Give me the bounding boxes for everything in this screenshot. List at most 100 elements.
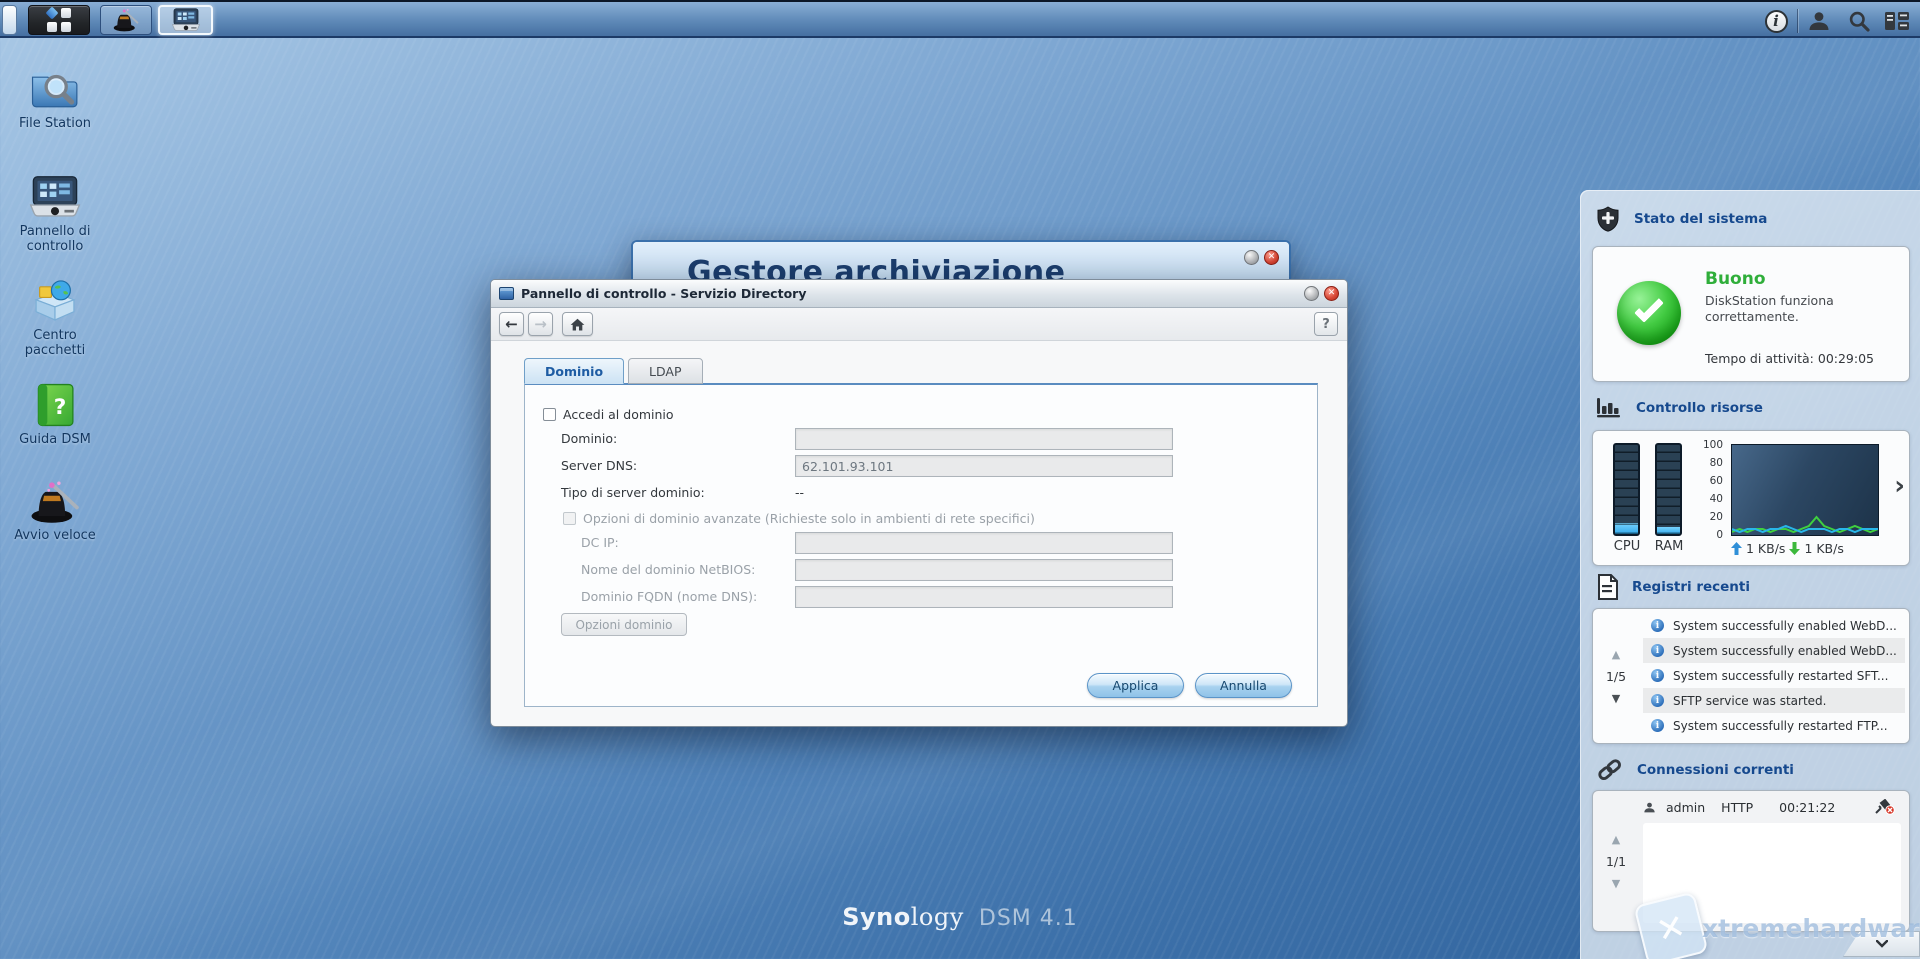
desktop-icon-quick-start[interactable]: Avvio veloce <box>4 472 106 543</box>
show-desktop-button[interactable] <box>2 5 17 35</box>
info-icon: i <box>1651 669 1664 682</box>
connections-card: ▲ 1/1 ▼ admin HTTP 00:21:22 <box>1592 790 1910 932</box>
main-menu-button[interactable] <box>28 5 90 35</box>
cpu-label: CPU <box>1613 539 1641 554</box>
page-down-button[interactable]: ▼ <box>1612 693 1620 704</box>
disconnect-icon[interactable] <box>1875 799 1895 815</box>
domain-type-value: -- <box>795 485 805 500</box>
info-icon: i <box>1651 694 1664 707</box>
desktop-icon-label: File Station <box>18 116 92 131</box>
status-good-icon <box>1617 281 1681 345</box>
connections-pager: ▲ 1/1 ▼ <box>1593 791 1639 931</box>
pilot-view-button[interactable] <box>1882 7 1912 35</box>
chevron-down-icon <box>1875 940 1888 948</box>
recent-logs-header: Registri recenti <box>1596 574 1750 600</box>
join-domain-label: Accedi al dominio <box>563 407 674 422</box>
control-panel-taskbar-button[interactable] <box>158 5 213 35</box>
checkbox-icon <box>563 512 576 525</box>
magic-hat-icon <box>112 7 140 33</box>
page-down-button[interactable]: ▼ <box>1612 878 1620 889</box>
help-button[interactable]: ? <box>1314 312 1338 336</box>
dcip-label: DC IP: <box>581 535 619 550</box>
desktop-icon-label: Guida DSM <box>19 432 91 447</box>
domain-input <box>795 428 1173 450</box>
connection-user: admin <box>1666 799 1706 815</box>
quick-launch-button[interactable] <box>100 5 152 35</box>
brand-light: logy <box>910 903 964 931</box>
connection-protocol: HTTP <box>1721 799 1754 815</box>
magic-hat-icon <box>4 472 106 524</box>
widget-title: Registri recenti <box>1632 579 1750 595</box>
domain-form-panel: Accedi al dominio Dominio: Server DNS: T… <box>524 383 1318 707</box>
dsm-help-icon: ? <box>4 376 106 428</box>
status-text: Buono <box>1705 269 1766 289</box>
tab-ldap[interactable]: LDAP <box>628 358 703 384</box>
dialog-content: Dominio LDAP Accedi al dominio Dominio: … <box>491 341 1347 726</box>
page-up-button[interactable]: ▲ <box>1612 834 1620 845</box>
connection-row: admin HTTP 00:21:22 <box>1643 799 1905 815</box>
cancel-button[interactable]: Annulla <box>1195 673 1292 698</box>
advanced-options-checkbox-row: Opzioni di dominio avanzate (Richieste s… <box>563 511 1035 526</box>
widgets-panel: Stato del sistema Buono DiskStation funz… <box>1580 190 1920 959</box>
desktop-icon-control-panel[interactable]: Pannello di controllo <box>4 168 106 254</box>
main-menu-grid-icon <box>45 6 71 32</box>
log-document-icon <box>1598 574 1618 600</box>
desktop-icon-dsm-help[interactable]: ? Guida DSM <box>4 376 106 447</box>
page-up-button[interactable]: ▲ <box>1612 649 1620 660</box>
resource-monitor-card: CPU RAM 100 80 60 40 20 0 1 KB/s 1 KB/s … <box>1592 430 1910 566</box>
package-center-icon <box>4 272 106 324</box>
info-icon: i <box>1764 9 1788 33</box>
expand-resource-monitor-button[interactable]: › <box>1894 473 1905 499</box>
user-icon <box>1809 12 1829 30</box>
dns-server-label: Server DNS: <box>561 458 638 473</box>
connection-list-area <box>1643 823 1901 923</box>
bar-chart-icon <box>1597 398 1620 418</box>
system-status-header: Stato del sistema <box>1596 206 1767 232</box>
chain-link-icon <box>1598 759 1621 781</box>
system-status-card: Buono DiskStation funziona correttamente… <box>1592 246 1910 382</box>
minimize-button[interactable] <box>1304 286 1319 301</box>
home-icon <box>570 318 585 330</box>
search-button[interactable] <box>1844 7 1874 35</box>
home-button[interactable] <box>562 312 593 336</box>
widget-title: Connessioni correnti <box>1637 761 1794 778</box>
tab-dominio[interactable]: Dominio <box>524 358 625 384</box>
close-button[interactable]: ✕ <box>1324 286 1339 301</box>
file-station-icon <box>4 60 106 112</box>
dialog-toolbar: ← → ? <box>491 308 1347 341</box>
minimize-button[interactable] <box>1244 250 1259 265</box>
checkbox-icon[interactable] <box>543 408 556 421</box>
close-button[interactable]: ✕ <box>1264 250 1279 265</box>
download-arrow-icon <box>1789 542 1801 555</box>
join-domain-checkbox-row[interactable]: Accedi al dominio <box>543 407 674 422</box>
ram-label: RAM <box>1654 539 1684 554</box>
tab-bar: Dominio LDAP <box>524 358 703 384</box>
ram-meter <box>1655 443 1682 536</box>
info-icon: i <box>1651 619 1664 632</box>
desktop-icon-file-station[interactable]: File Station <box>4 60 106 131</box>
control-panel-mini-icon <box>499 287 514 300</box>
fqdn-input <box>795 586 1173 608</box>
desktop-icon-label: Pannello di controllo <box>19 224 91 254</box>
upload-rate: 1 KB/s <box>1746 541 1786 556</box>
user-menu-button[interactable] <box>1804 7 1834 35</box>
dialog-titlebar[interactable]: Pannello di controllo - Servizio Directo… <box>491 280 1347 308</box>
forward-button: → <box>528 312 553 336</box>
back-button[interactable]: ← <box>499 312 524 336</box>
info-button[interactable]: i <box>1761 7 1791 35</box>
domain-type-label: Tipo di server dominio: <box>561 485 705 500</box>
desktop-icon-label: Avvio veloce <box>14 528 96 543</box>
pilot-view-icon <box>1885 12 1909 30</box>
netbios-label: Nome del dominio NetBIOS: <box>581 562 756 577</box>
desktop-icon-label: Centro pacchetti <box>24 328 86 358</box>
desktop-icon-package-center[interactable]: Centro pacchetti <box>4 272 106 358</box>
traffic-rates: 1 KB/s 1 KB/s <box>1731 541 1844 556</box>
log-row: i System successfully restarted SFT... <box>1643 663 1905 688</box>
log-row: i System successfully enabled WebD... <box>1643 638 1905 663</box>
traffic-chart-axis: 100 80 60 40 20 0 <box>1702 439 1723 541</box>
upload-arrow-icon <box>1731 542 1742 555</box>
status-description: DiskStation funziona correttamente. <box>1705 293 1834 324</box>
widget-title: Stato del sistema <box>1634 211 1768 227</box>
recent-logs-card: ▲ 1/5 ▼ i System successfully enabled Web… <box>1592 608 1910 744</box>
apply-button[interactable]: Applica <box>1087 673 1184 698</box>
